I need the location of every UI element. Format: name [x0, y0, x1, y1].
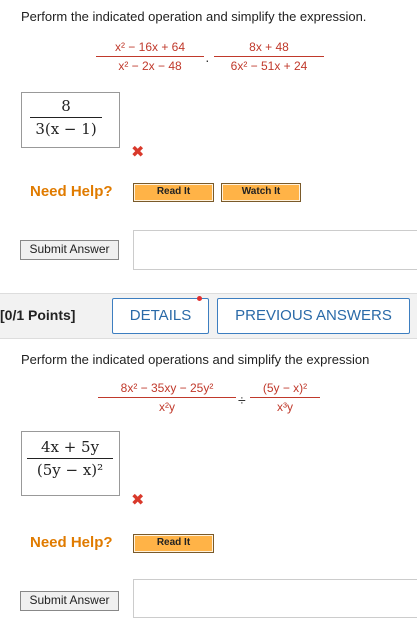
expression-fraction-2: 8x + 48 6x² − 51x + 24 — [214, 40, 324, 73]
fraction-denominator: x³y — [277, 400, 293, 414]
expression-fraction-1: x² − 16x + 64 x² − 2x − 48 — [96, 40, 204, 73]
expression-fraction-1: 8x² − 35xy − 25y² x²y — [98, 381, 236, 414]
submitted-answer: 4x + 5y (5y − x)² — [27, 438, 113, 479]
previous-answers-button[interactable]: PREVIOUS ANSWERS — [217, 298, 410, 334]
submit-answer-button[interactable]: Submit Answer — [20, 240, 119, 260]
question-prompt: Perform the indicated operations and sim… — [21, 352, 370, 367]
feedback-box — [133, 579, 417, 618]
multiply-operator: · — [205, 52, 210, 68]
answer-denominator: 3(x − 1) — [35, 120, 97, 138]
feedback-box — [133, 230, 417, 270]
watch-it-button[interactable]: Watch It — [221, 183, 301, 202]
answer-numerator: 8 — [30, 97, 102, 118]
submit-answer-button[interactable]: Submit Answer — [20, 591, 119, 611]
fraction-denominator: x² − 2x − 48 — [118, 59, 182, 73]
need-help-label: Need Help? — [30, 183, 113, 200]
incorrect-icon: ✖ — [131, 144, 145, 161]
fraction-numerator: 8x + 48 — [214, 40, 324, 57]
points-label: [0/1 Points] — [0, 307, 76, 323]
fraction-numerator: x² − 16x + 64 — [96, 40, 204, 57]
read-it-button[interactable]: Read It — [133, 534, 214, 553]
submitted-answer: 8 3(x − 1) — [30, 97, 102, 138]
divide-operator: ÷ — [238, 392, 246, 408]
answer-denominator: (5y − x)² — [36, 461, 104, 479]
fraction-numerator: (5y − x)² — [250, 381, 320, 398]
incorrect-icon: ✖ — [131, 492, 145, 509]
expression-fraction-2: (5y − x)² x³y — [250, 381, 320, 414]
details-button[interactable]: DETAILS — [112, 298, 209, 334]
question-prompt: Perform the indicated operation and simp… — [21, 9, 367, 24]
fraction-denominator: 6x² − 51x + 24 — [230, 59, 308, 73]
fraction-numerator: 8x² − 35xy − 25y² — [98, 381, 236, 398]
fraction-denominator: x²y — [159, 400, 175, 414]
answer-numerator: 4x + 5y — [27, 438, 113, 459]
need-help-label: Need Help? — [30, 534, 113, 551]
read-it-button[interactable]: Read It — [133, 183, 214, 202]
notification-dot — [197, 296, 202, 301]
